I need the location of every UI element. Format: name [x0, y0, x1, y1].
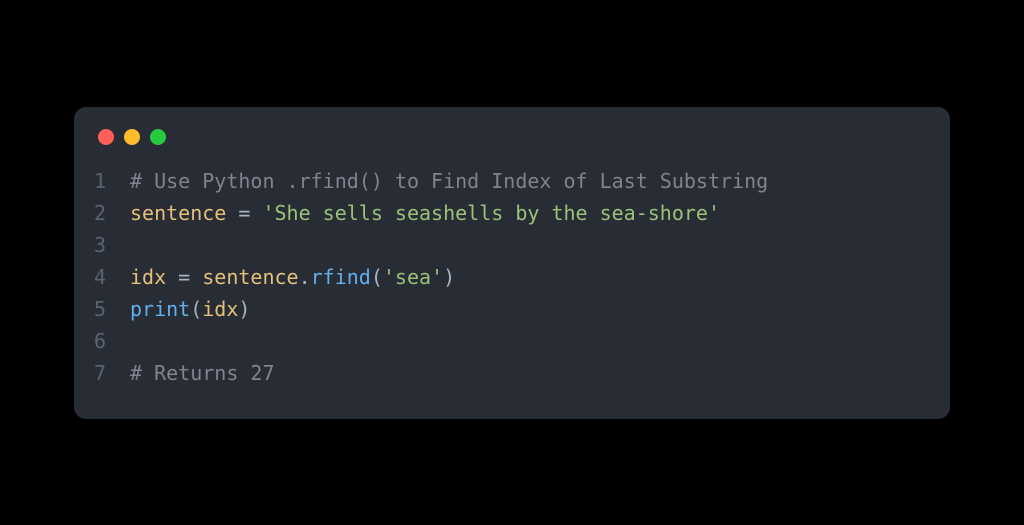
code-line: 2sentence = 'She sells seashells by the …	[74, 197, 950, 229]
token-string: 'sea'	[383, 265, 443, 289]
token-punct: )	[443, 265, 455, 289]
token-punct: (	[371, 265, 383, 289]
token-punct: )	[238, 297, 250, 321]
code-line: 3	[74, 229, 950, 261]
code-window: 1# Use Python .rfind() to Find Index of …	[74, 107, 950, 419]
token-punct: (	[190, 297, 202, 321]
token-ident: sentence	[130, 201, 226, 225]
token-string: 'She sells seashells by the sea-shore'	[262, 201, 720, 225]
line-content: idx = sentence.rfind('sea')	[130, 261, 950, 293]
code-line: 5print(idx)	[74, 293, 950, 325]
token-ident: idx	[202, 297, 238, 321]
minimize-icon[interactable]	[124, 129, 140, 145]
line-number: 2	[74, 197, 130, 229]
maximize-icon[interactable]	[150, 129, 166, 145]
line-number: 5	[74, 293, 130, 325]
code-line: 6	[74, 325, 950, 357]
line-content	[130, 229, 950, 261]
code-line: 1# Use Python .rfind() to Find Index of …	[74, 165, 950, 197]
line-number: 1	[74, 165, 130, 197]
token-ident: idx	[130, 265, 166, 289]
code-line: 7# Returns 27	[74, 357, 950, 389]
token-method: rfind	[311, 265, 371, 289]
token-op: =	[226, 201, 262, 225]
close-icon[interactable]	[98, 129, 114, 145]
line-number: 4	[74, 261, 130, 293]
line-content: sentence = 'She sells seashells by the s…	[130, 197, 950, 229]
token-comment: # Returns 27	[130, 361, 275, 385]
line-content	[130, 325, 950, 357]
code-block: 1# Use Python .rfind() to Find Index of …	[74, 165, 950, 389]
token-op: =	[166, 265, 202, 289]
window-titlebar	[74, 129, 950, 165]
line-content: # Use Python .rfind() to Find Index of L…	[130, 165, 950, 197]
line-number: 7	[74, 357, 130, 389]
line-number: 3	[74, 229, 130, 261]
line-content: print(idx)	[130, 293, 950, 325]
token-func: print	[130, 297, 190, 321]
token-ident: sentence	[202, 265, 298, 289]
line-number: 6	[74, 325, 130, 357]
code-line: 4idx = sentence.rfind('sea')	[74, 261, 950, 293]
token-punct: .	[299, 265, 311, 289]
line-content: # Returns 27	[130, 357, 950, 389]
token-comment: # Use Python .rfind() to Find Index of L…	[130, 169, 768, 193]
